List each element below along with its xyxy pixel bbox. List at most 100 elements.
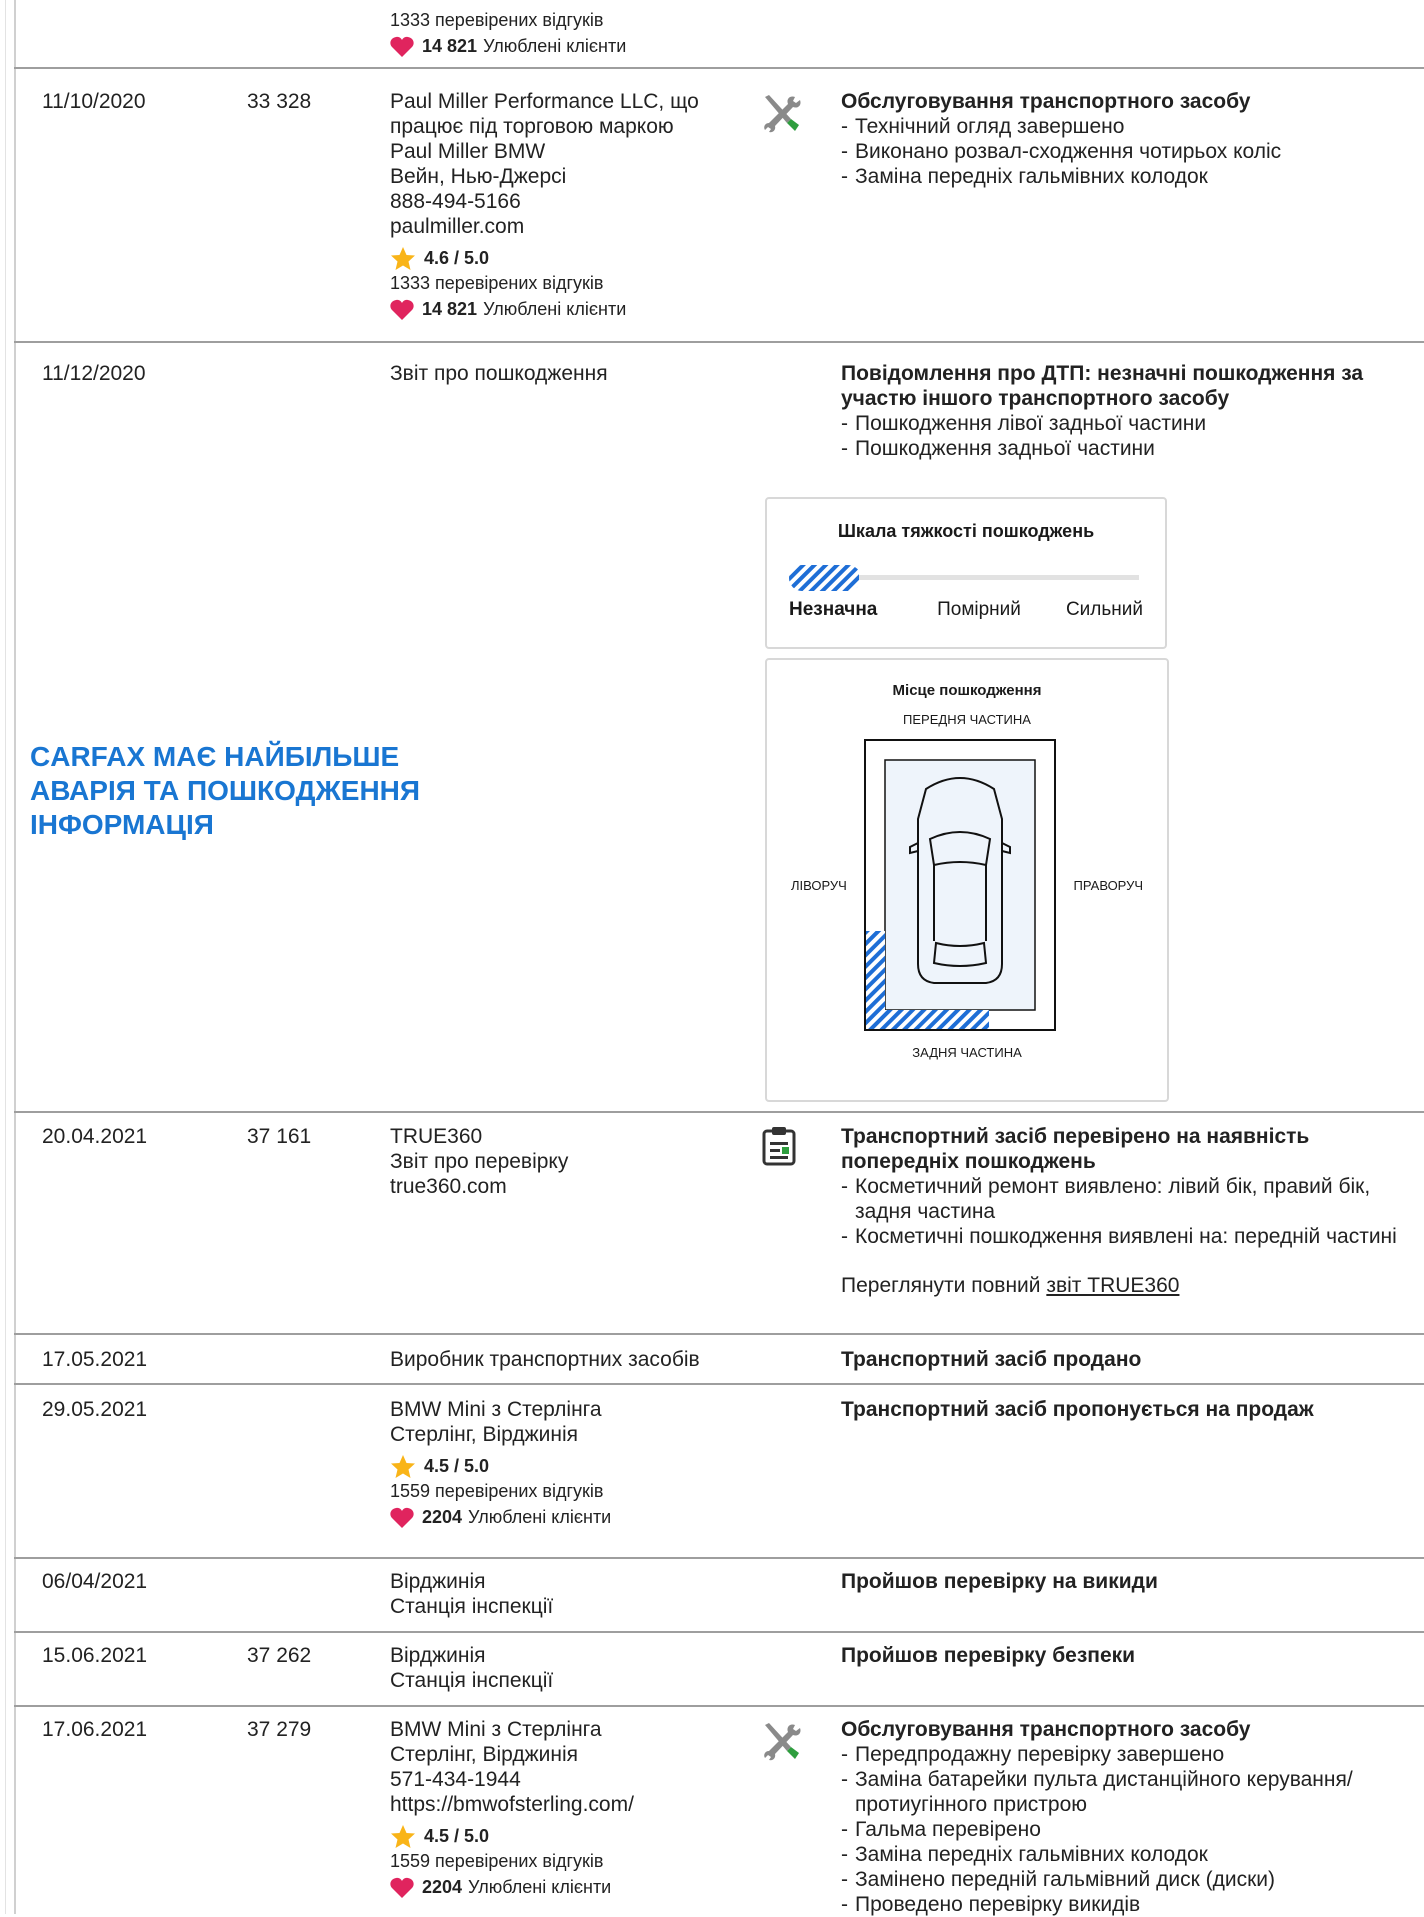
dealer-rating: 4.6 / 5.0 <box>390 245 750 271</box>
record-date: 11/10/2020 <box>42 90 146 113</box>
severity-scale-card: Шкала тяжкості пошкоджень Незначна Помір… <box>765 497 1167 649</box>
detail-item: Заміна передніх гальмівних колодок <box>841 164 1421 189</box>
record-source: BMW Mini з Стерлінга Стерлінг, Вірджинія… <box>390 1717 750 1901</box>
source-line: 888-494-5166 <box>390 190 521 213</box>
reviews-count[interactable]: 1559 перевірених відгуків <box>390 1849 750 1873</box>
event-title: Пройшов перевірку на викиди <box>841 1570 1158 1593</box>
record-source: TRUE360 Звіт про перевірку true360.com <box>390 1124 750 1199</box>
promo-heading: CARFAX МАЄ НАЙБІЛЬШЕ АВАРІЯ ТА ПОШКОДЖЕН… <box>30 741 421 840</box>
damage-location-title: Місце пошкодження <box>892 682 1042 699</box>
source-link[interactable]: true360.com <box>390 1174 750 1199</box>
right-label: ПРАВОРУЧ <box>1073 878 1143 893</box>
record-date: 29.05.2021 <box>42 1398 148 1421</box>
dealer-rating: 4.5 / 5.0 <box>390 1453 750 1479</box>
detail-item: Пошкодження задньої частини <box>841 436 1421 461</box>
record-date: 06/04/2021 <box>42 1570 148 1593</box>
severity-level-severe: Сильний <box>1065 599 1143 620</box>
detail-item: Гальма перевірено <box>841 1817 1421 1842</box>
record-source: Вірджинія Станція інспекції <box>390 1643 750 1693</box>
reviews-count: 1333 перевірених відгуків <box>390 10 604 30</box>
source-line: Стерлінг, Вірджинія <box>390 1743 579 1766</box>
record-source: Вірджинія Станція інспекції <box>390 1569 750 1619</box>
history-row: 06/04/2021 Вірджинія Станція інспекції П… <box>14 1557 1424 1633</box>
source-link[interactable]: https://bmwofsterling.com/ <box>390 1792 750 1817</box>
history-row: 20.04.2021 37 161 TRUE360 Звіт про перев… <box>14 1111 1424 1335</box>
history-row: 15.06.2021 37 262 Вірджинія Станція інсп… <box>14 1631 1424 1707</box>
favorite-customers: 2204 Улюблені клієнти <box>390 1873 750 1901</box>
heart-icon <box>390 1507 414 1528</box>
clipboard-icon <box>760 1126 798 1172</box>
history-row-damage: 11/12/2020 Звіт про пошкодження Повідомл… <box>14 341 1424 1113</box>
record-date: 11/12/2020 <box>42 362 146 385</box>
history-row: 29.05.2021 BMW Mini з Стерлінга Стерлінг… <box>14 1383 1424 1559</box>
detail-item: Заміна передніх гальмівних колодок <box>841 1842 1421 1867</box>
record-date: 17.05.2021 <box>42 1348 148 1371</box>
source-link[interactable]: paulmiller.com <box>390 214 750 239</box>
record-odometer: 33 328 <box>247 90 312 113</box>
full-report-prefix: Переглянути повний <box>841 1274 1047 1297</box>
detail-item: Замінено передній гальмівний диск (диски… <box>841 1867 1421 1892</box>
reviews-count[interactable]: 1559 перевірених відгуків <box>390 1479 750 1503</box>
star-icon <box>391 1824 415 1848</box>
severity-title: Шкала тяжкості пошкоджень <box>837 521 1095 541</box>
true360-report-link[interactable]: звіт TRUE360 <box>1046 1274 1179 1297</box>
source-line: Вірджинія <box>390 1570 486 1593</box>
heart-icon <box>390 299 414 320</box>
reviews-count[interactable]: 1333 перевірених відгуків <box>390 271 750 295</box>
record-date: 17.06.2021 <box>42 1718 148 1741</box>
event-title: Транспортний засіб продано <box>841 1348 1142 1371</box>
record-details: Обслуговування транспортного засобу Техн… <box>841 89 1421 189</box>
event-title: Пройшов перевірку безпеки <box>841 1644 1136 1667</box>
detail-item: Технічний огляд завершено <box>841 114 1421 139</box>
heart-icon <box>390 36 414 57</box>
favorite-count: 14 821 <box>422 298 478 319</box>
rear-label: ЗАДНЯ ЧАСТИНА <box>912 1045 1022 1060</box>
detail-item: Передпродажну перевірку завершено <box>841 1742 1421 1767</box>
front-label: ПЕРЕДНЯ ЧАСТИНА <box>903 712 1031 727</box>
event-title: Повідомлення про ДТП: незначні пошкоджен… <box>841 362 1364 410</box>
source-line: Вейн, Нью-Джерсі <box>390 165 567 188</box>
favorite-label: Улюблені клієнти <box>483 298 627 319</box>
record-odometer: 37 161 <box>247 1125 312 1148</box>
record-date: 20.04.2021 <box>42 1125 148 1148</box>
source-line: BMW Mini з Стерлінга <box>390 1718 602 1741</box>
severity-level-moderate: Помірний <box>937 599 1021 620</box>
dealer-rating: 4.5 / 5.0 <box>390 1823 750 1849</box>
rating-value: 4.6 / 5.0 <box>424 247 490 268</box>
history-row: 11/10/2020 33 328 Paul Miller Performanc… <box>14 67 1424 343</box>
star-icon <box>391 246 415 270</box>
record-details: Повідомлення про ДТП: незначні пошкоджен… <box>841 361 1421 461</box>
source-line: 571-434-1944 <box>390 1768 521 1791</box>
left-label: ЛІВОРУЧ <box>791 878 847 893</box>
event-title: Обслуговування транспортного засобу <box>841 1718 1251 1741</box>
favorite-customers: 14 821 Улюблені клієнти <box>390 295 750 323</box>
record-source: Виробник транспортних засобів <box>390 1348 700 1371</box>
detail-item: Заміна батарейки пульта дистанційного ке… <box>841 1767 1421 1817</box>
rating-value: 4.5 / 5.0 <box>424 1825 490 1846</box>
record-source: Звіт про пошкодження <box>390 362 608 385</box>
record-details: Обслуговування транспортного засобу Пере… <box>841 1717 1421 1917</box>
damage-location-card: Місце пошкодження ПЕРЕДНЯ ЧАСТИНА ЛІВОРУ… <box>765 658 1169 1102</box>
source-line: Звіт про перевірку <box>390 1150 569 1173</box>
record-source: BMW Mini з Стерлінга Стерлінг, Вірджинія… <box>390 1397 750 1531</box>
car-diagram <box>864 739 1056 1031</box>
history-row-partial: 1333 перевірених відгуків 14 821 Улюблен… <box>14 0 1424 69</box>
severity-level-minor: Незначна <box>789 599 878 620</box>
detail-item: Виконано розвал-сходження чотирьох коліс <box>841 139 1421 164</box>
favorite-count: 2204 <box>422 1876 463 1897</box>
star-icon <box>391 1454 415 1478</box>
favorite-customers: 14 821 Улюблені клієнти <box>390 32 750 60</box>
record-odometer: 37 262 <box>247 1644 312 1667</box>
severity-fill <box>789 565 859 591</box>
detail-item: Косметичний ремонт виявлено: лівий бік, … <box>841 1174 1421 1224</box>
favorite-count: 2204 <box>422 1506 463 1527</box>
record-date: 15.06.2021 <box>42 1644 148 1667</box>
detail-item: Косметичні пошкодження виявлені на: пере… <box>841 1224 1421 1249</box>
source-line: Станція інспекції <box>390 1595 554 1618</box>
history-row: 17.05.2021 Виробник транспортних засобів… <box>14 1333 1424 1385</box>
record-details: Транспортний засіб перевірено на наявніс… <box>841 1124 1421 1298</box>
event-title: Обслуговування транспортного засобу <box>841 90 1251 113</box>
wrench-screwdriver-icon <box>759 1721 803 1767</box>
source-line: Вірджинія <box>390 1644 486 1667</box>
record-odometer: 37 279 <box>247 1718 312 1741</box>
